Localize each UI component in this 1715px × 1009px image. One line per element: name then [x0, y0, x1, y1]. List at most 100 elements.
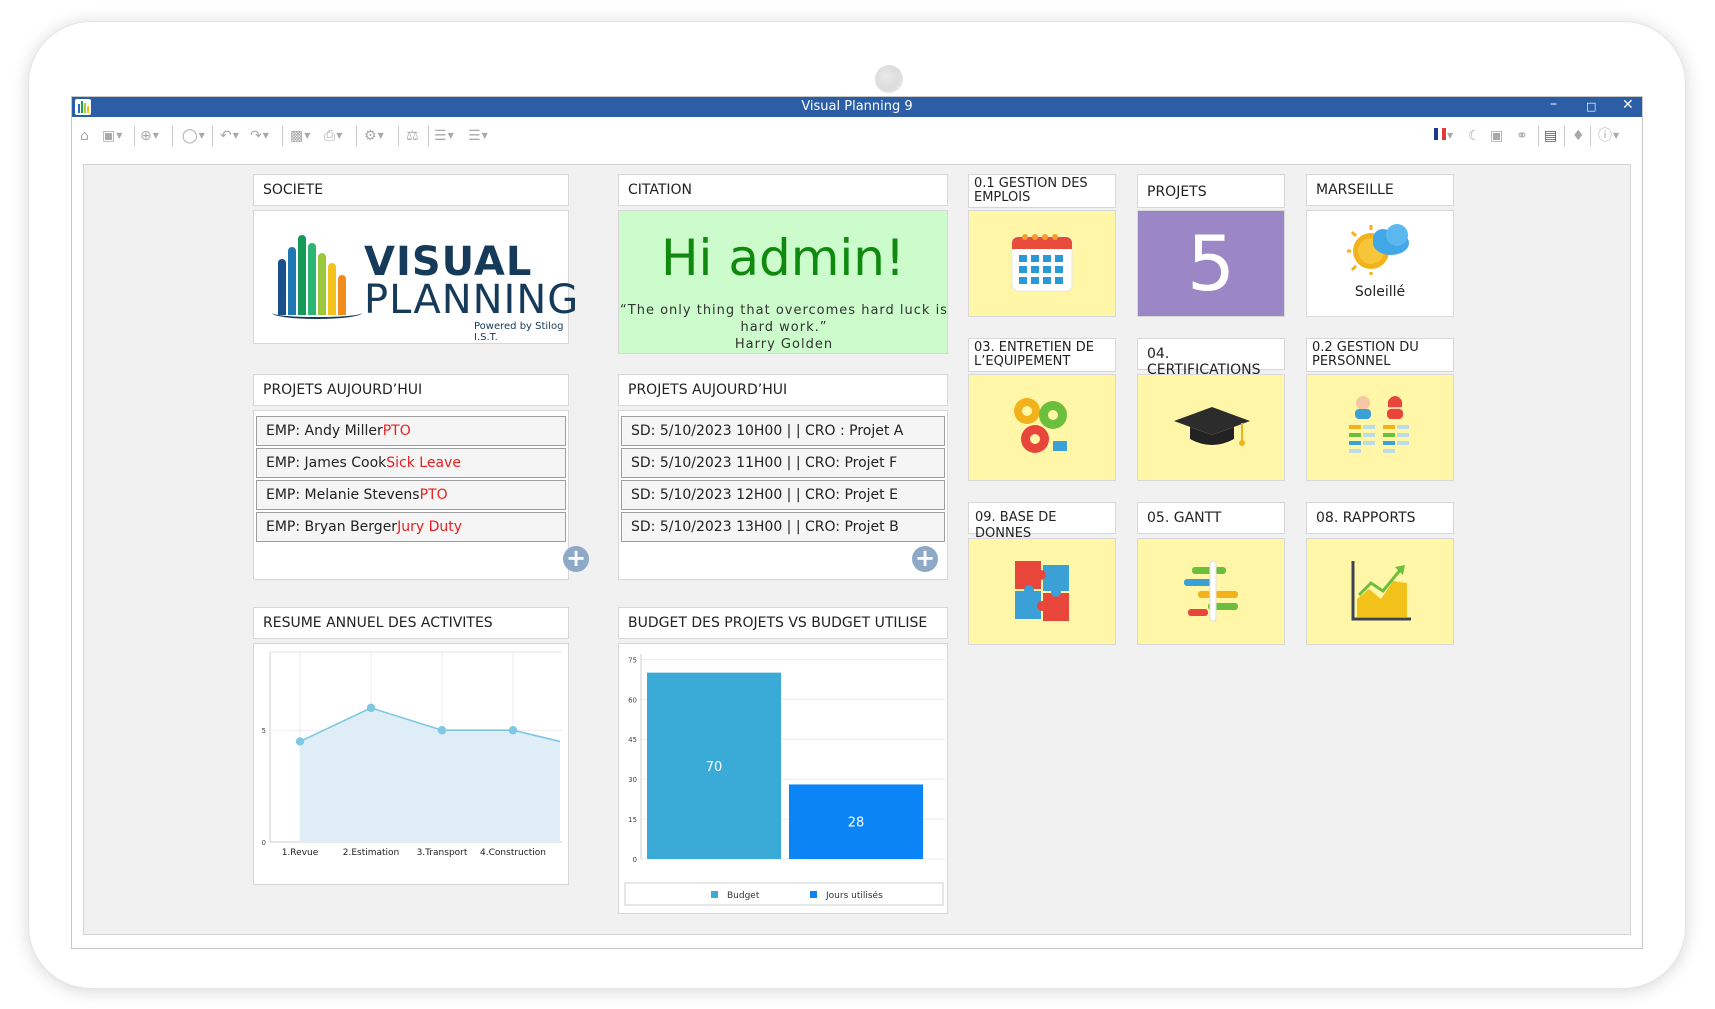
calendar-icon — [1011, 234, 1073, 292]
x-tick-label: 3.Transport — [417, 848, 468, 858]
list-item[interactable]: EMP: Bryan BergerJury Duty — [256, 512, 566, 542]
bank-icon[interactable]: ⚖ — [406, 128, 419, 144]
quote-author: Harry Golden — [734, 337, 834, 352]
print-icon[interactable]: ⎙▼ — [324, 128, 342, 144]
x-tick-label: 4.Construction — [480, 848, 546, 858]
tile-title-gantt: 05. GANTT — [1137, 502, 1285, 534]
bell-icon[interactable]: ♦ — [1572, 128, 1585, 144]
bar-value-label: 28 — [848, 816, 865, 831]
company-logo-icon — [276, 233, 356, 315]
home-icon[interactable]: ⌂ — [80, 128, 89, 144]
puzzle-icon — [1015, 561, 1069, 621]
add-button[interactable]: + — [912, 546, 938, 572]
list-item[interactable]: SD: 5/10/2023 11H00 | | CRO: Projet F — [621, 448, 945, 478]
tile-gantt[interactable] — [1137, 538, 1285, 645]
camera-dot — [875, 65, 903, 93]
help-icon[interactable]: ⓘ▼ — [1598, 128, 1619, 144]
close-icon[interactable]: ✕ — [1622, 97, 1634, 113]
budget-title: BUDGET DES PROJETS VS BUDGET UTILISE — [618, 607, 948, 639]
projets-emp-title: PROJETS AUJOURD’HUI — [253, 374, 569, 406]
tile-title-projets: PROJETS — [1137, 174, 1285, 208]
tile-title-certifications: 04. CERTIFICATIONS — [1137, 338, 1285, 378]
maximize-icon[interactable]: □ — [1586, 100, 1596, 113]
window-title: Visual Planning 9 — [801, 99, 913, 114]
logo-swoosh — [272, 307, 362, 319]
sun-cloud-icon — [1347, 224, 1409, 275]
budget-bar-chart: 0 15 30 45 60 75 70 28 Budget Jours utilisés — [624, 654, 945, 906]
minimize-icon[interactable]: – — [1550, 96, 1557, 112]
tile-title-entretien: 03. ENTRETIEN DE L’EQUIPEMENT — [968, 338, 1116, 372]
add-button[interactable]: + — [563, 546, 589, 572]
list-item[interactable]: SD: 5/10/2023 10H00 | | CRO : Projet A — [621, 416, 945, 446]
tile-title-gestion-emplois: 0.1 GESTION DES EMPLOIS — [968, 174, 1116, 208]
growth-chart-icon — [1351, 561, 1411, 621]
new-page-icon[interactable]: ▣▼ — [102, 128, 122, 144]
export-icon[interactable]: ▩▼ — [290, 128, 310, 144]
tile-base-donnes[interactable] — [968, 538, 1116, 645]
list-item[interactable]: SD: 5/10/2023 13H00 | | CRO: Projet B — [621, 512, 945, 542]
redo-icon[interactable]: ↷▼ — [250, 128, 269, 144]
x-tick-label: 1.Revue — [282, 848, 319, 858]
y-tick-label: 75 — [628, 656, 637, 664]
add-icon[interactable]: ⊕▼ — [140, 128, 159, 144]
tile-projets[interactable]: 5 — [1137, 210, 1285, 317]
series-area — [300, 707, 560, 842]
y-tick-label: 45 — [628, 736, 637, 744]
resume-title: RESUME ANNUEL DES ACTIVITES — [253, 607, 569, 639]
hierarchy-alt-icon[interactable]: ☰▼ — [468, 128, 488, 144]
weather-label: Soleillé — [1354, 284, 1406, 300]
y-tick-label: 5 — [262, 727, 266, 735]
gantt-icon — [1184, 560, 1238, 622]
data-point — [437, 726, 447, 735]
list-item[interactable]: EMP: Andy MillerPTO — [256, 416, 566, 446]
data-point — [508, 726, 518, 735]
legend-swatch — [711, 891, 718, 898]
list-item[interactable]: EMP: James CookSick Leave — [256, 448, 566, 478]
hierarchy-icon[interactable]: ☰▼ — [434, 128, 454, 144]
societe-title: SOCIETE — [253, 174, 569, 206]
resume-chart-panel: 0 5 1.Revue 2.Estimation 3.Transport 4.Constr… — [253, 643, 569, 885]
activity-area-chart: 0 5 1.Revue 2.Estimation 3.Transport 4.Constr… — [262, 651, 562, 858]
app-window: Visual Planning 9 – □ ✕ ⌂ ▣▼ ⊕▼ ◯▼ ↶▼ ↷▼… — [71, 96, 1643, 949]
french-flag-icon[interactable]: ▼ — [1434, 128, 1453, 144]
chat-icon[interactable]: ▤ — [1544, 128, 1557, 144]
undo-icon[interactable]: ↶▼ — [220, 128, 239, 144]
moon-icon[interactable]: ☾ — [1468, 128, 1481, 144]
tile-title-gestion-personnel: 0.2 GESTION DU PERSONNEL — [1306, 338, 1454, 372]
y-tick-label: 60 — [628, 696, 637, 704]
list-item[interactable]: SD: 5/10/2023 12H00 | | CRO: Projet E — [621, 480, 945, 510]
tile-certifications[interactable] — [1137, 374, 1285, 481]
x-tick-label: 2.Estimation — [343, 848, 400, 858]
graduation-cap-icon — [1174, 407, 1250, 446]
legend-swatch — [810, 891, 817, 898]
weather-widget[interactable]: Soleillé — [1306, 210, 1454, 317]
tile-title-rapports: 08. RAPPORTS — [1306, 502, 1454, 534]
tile-gestion-emplois[interactable] — [968, 210, 1116, 317]
toolbar: ⌂ ▣▼ ⊕▼ ◯▼ ↶▼ ↷▼ ▩▼ ⎙▼ ⚙▼ ⚖ ☰▼ ☰▼ ▼ ☾ ▣ … — [72, 117, 1642, 153]
key-icon[interactable]: ⚭ — [1516, 128, 1528, 144]
tile-rapports[interactable] — [1306, 538, 1454, 645]
tile-title-marseille: MARSEILLE — [1306, 174, 1454, 206]
data-point — [366, 703, 376, 713]
budget-chart-panel: 0 15 30 45 60 75 70 28 Budget Jours utilisés — [618, 643, 948, 914]
projets-sd-panel: SD: 5/10/2023 10H00 | | CRO : Projet A S… — [618, 410, 948, 580]
dashboard-canvas: SOCIETE VISUAL PLANNING Powered by Stilo… — [83, 164, 1631, 935]
projets-count: 5 — [1186, 219, 1236, 308]
quote-text: “The only thing that overcomes hard luck… — [619, 302, 949, 353]
list-item[interactable]: EMP: Melanie StevensPTO — [256, 480, 566, 510]
y-tick-label: 0 — [633, 856, 637, 864]
y-tick-label: 15 — [628, 816, 637, 824]
societe-logo-panel: VISUAL PLANNING Powered by Stilog I.S.T. — [253, 210, 578, 344]
people-list-icon — [1349, 396, 1409, 453]
bar-value-label: 70 — [706, 760, 723, 775]
legend-label: Budget — [727, 891, 760, 901]
legend-box — [624, 882, 944, 906]
tile-gestion-personnel[interactable] — [1306, 374, 1454, 481]
settings-icon[interactable]: ⚙▼ — [364, 128, 384, 144]
tile-entretien[interactable] — [968, 374, 1116, 481]
data-point — [295, 737, 305, 746]
y-tick-label: 30 — [628, 776, 637, 784]
citation-panel: Hi admin! “The only thing that overcomes… — [618, 210, 948, 354]
refresh-icon[interactable]: ◯▼ — [182, 128, 205, 144]
window-icon[interactable]: ▣ — [1490, 128, 1503, 144]
